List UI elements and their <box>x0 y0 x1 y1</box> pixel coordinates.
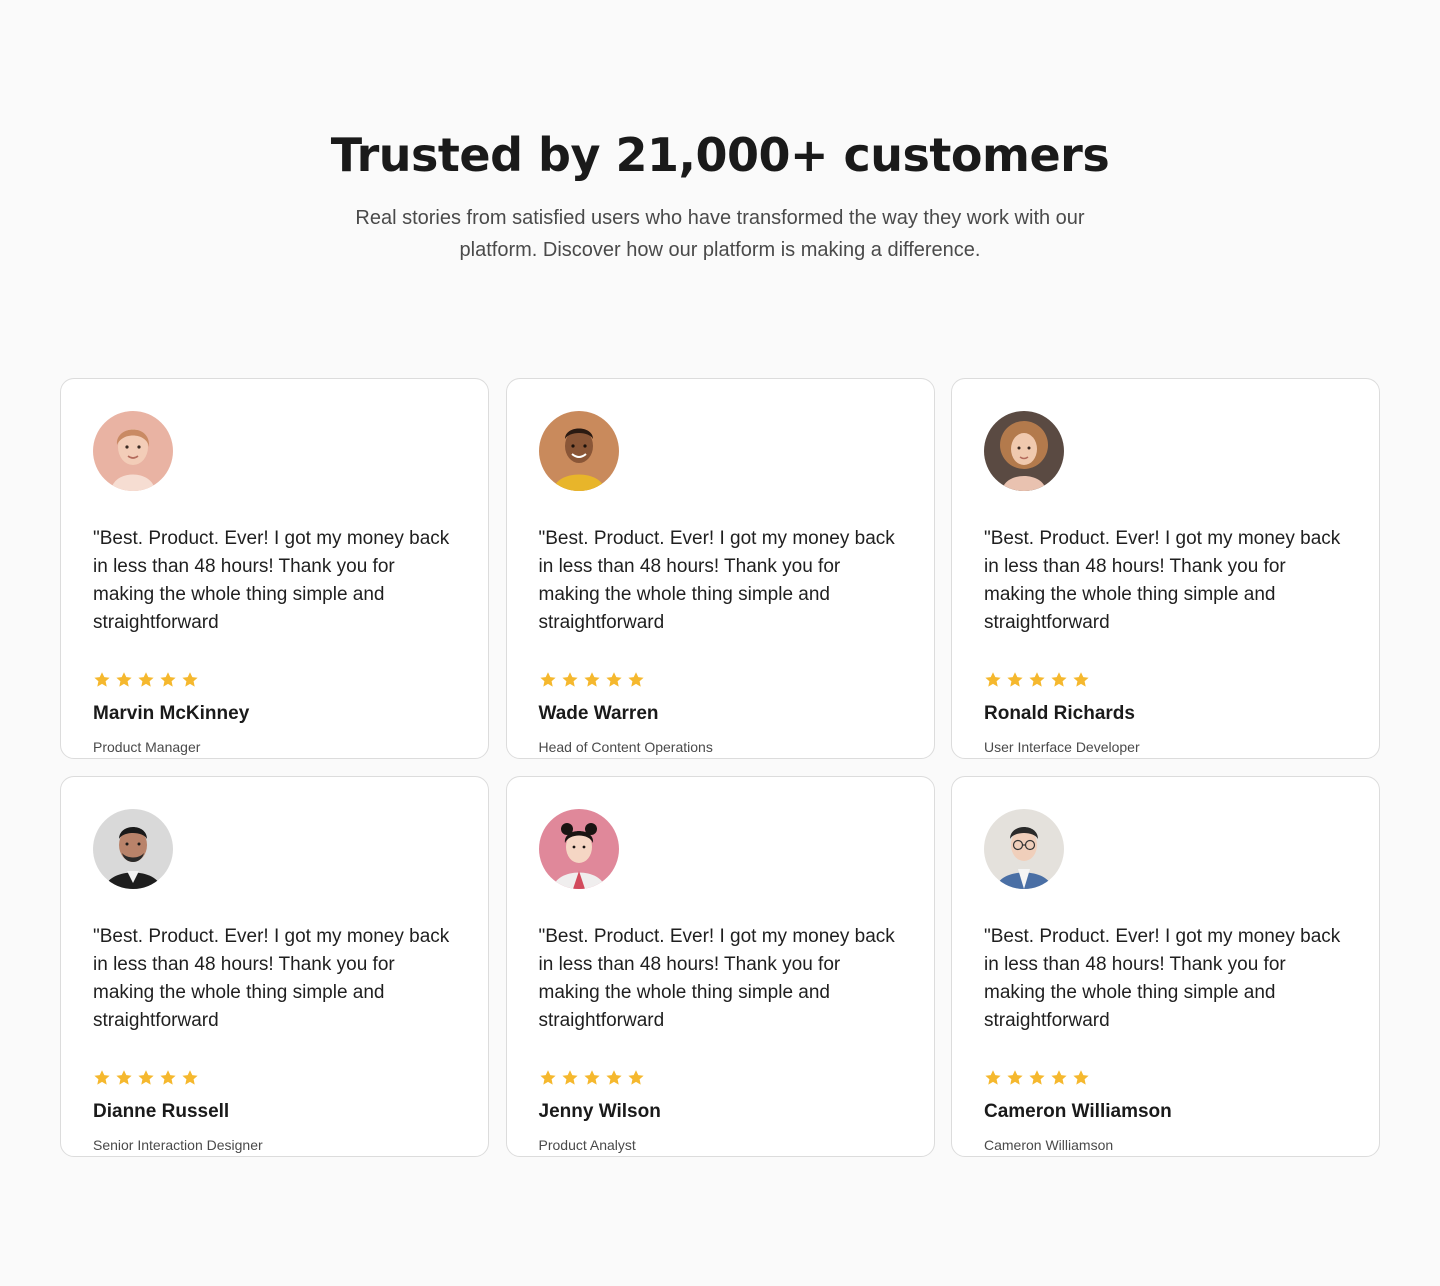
star-icon <box>1073 1070 1089 1085</box>
reviewer-name: Jenny Wilson <box>538 1101 661 1122</box>
section-subtitle: Real stories from satisfied users who ha… <box>355 207 1085 261</box>
avatar <box>538 411 619 491</box>
testimonial-quote: "Best. Product. Ever! I got my money bac… <box>984 926 1341 1031</box>
star-icon <box>605 672 622 687</box>
star-icon <box>1051 1070 1067 1085</box>
star-icon <box>116 672 132 687</box>
reviewer-role: User Interface Developer <box>984 739 1140 755</box>
avatar-photo-icon <box>93 411 173 491</box>
avatar-photo-icon <box>984 809 1064 889</box>
testimonial-card: "Best. Product. Ever! I got my money bac… <box>60 776 489 1157</box>
star-icon <box>138 1070 154 1085</box>
star-rating <box>539 671 902 691</box>
reviewer-name: Cameron Williamson <box>984 1101 1172 1122</box>
avatar <box>93 411 173 491</box>
reviewer-name: Marvin McKinney <box>93 703 250 724</box>
avatar <box>538 809 619 889</box>
star-icon <box>1007 672 1023 687</box>
avatar <box>984 411 1064 491</box>
star-icon <box>627 672 644 687</box>
star-icon <box>1029 672 1045 687</box>
testimonial-card: "Best. Product. Ever! I got my money bac… <box>505 378 935 759</box>
testimonial-card: "Best. Product. Ever! I got my money bac… <box>951 776 1380 1157</box>
star-icon <box>94 672 110 687</box>
avatar <box>984 809 1064 889</box>
reviewer-role: Senior Interaction Designer <box>93 1137 263 1153</box>
avatar-photo-icon <box>538 809 619 889</box>
star-rating <box>93 671 456 691</box>
star-icon <box>985 1070 1001 1085</box>
star-icon <box>605 1070 622 1085</box>
star-rating <box>984 671 1347 691</box>
reviewer-name: Wade Warren <box>538 703 659 724</box>
testimonial-grid: "Best. Product. Ever! I got my money bac… <box>60 378 1380 1157</box>
section-title: Trusted by 21,000+ customers <box>330 128 1110 182</box>
star-icon <box>138 672 154 687</box>
reviewer-name: Ronald Richards <box>984 703 1135 724</box>
star-icon <box>1073 672 1089 687</box>
star-icon <box>539 1070 556 1085</box>
star-rating <box>93 1069 456 1089</box>
testimonial-quote: "Best. Product. Ever! I got my money bac… <box>984 528 1341 633</box>
star-rating <box>539 1069 902 1089</box>
star-icon <box>1007 1070 1023 1085</box>
testimonials-section: Trusted by 21,000+ customers Real storie… <box>0 0 1440 1286</box>
star-icon <box>1029 1070 1045 1085</box>
avatar <box>93 809 173 889</box>
reviewer-name: Dianne Russell <box>93 1101 230 1122</box>
star-icon <box>160 672 176 687</box>
star-icon <box>561 1070 578 1085</box>
testimonial-card: "Best. Product. Ever! I got my money bac… <box>60 378 489 759</box>
star-icon <box>583 672 600 687</box>
reviewer-role: Head of Content Operations <box>538 739 713 755</box>
testimonial-quote: "Best. Product. Ever! I got my money bac… <box>93 528 450 633</box>
reviewer-role: Cameron Williamson <box>984 1137 1114 1153</box>
testimonial-quote: "Best. Product. Ever! I got my money bac… <box>538 528 895 633</box>
star-icon <box>539 672 556 687</box>
star-icon <box>94 1070 110 1085</box>
testimonial-quote: "Best. Product. Ever! I got my money bac… <box>538 926 895 1031</box>
avatar-photo-icon <box>984 411 1064 491</box>
star-icon <box>116 1070 132 1085</box>
star-icon <box>182 672 198 687</box>
star-rating <box>984 1069 1347 1089</box>
avatar-photo-icon <box>538 411 619 491</box>
testimonial-card: "Best. Product. Ever! I got my money bac… <box>505 776 935 1157</box>
star-icon <box>160 1070 176 1085</box>
star-icon <box>583 1070 600 1085</box>
testimonial-quote: "Best. Product. Ever! I got my money bac… <box>93 926 450 1031</box>
star-icon <box>561 672 578 687</box>
testimonial-card: "Best. Product. Ever! I got my money bac… <box>951 378 1380 759</box>
star-icon <box>1051 672 1067 687</box>
star-icon <box>182 1070 198 1085</box>
reviewer-role: Product Manager <box>93 739 201 755</box>
star-icon <box>627 1070 644 1085</box>
star-icon <box>985 672 1001 687</box>
reviewer-role: Product Analyst <box>538 1137 636 1153</box>
avatar-photo-icon <box>93 809 173 889</box>
